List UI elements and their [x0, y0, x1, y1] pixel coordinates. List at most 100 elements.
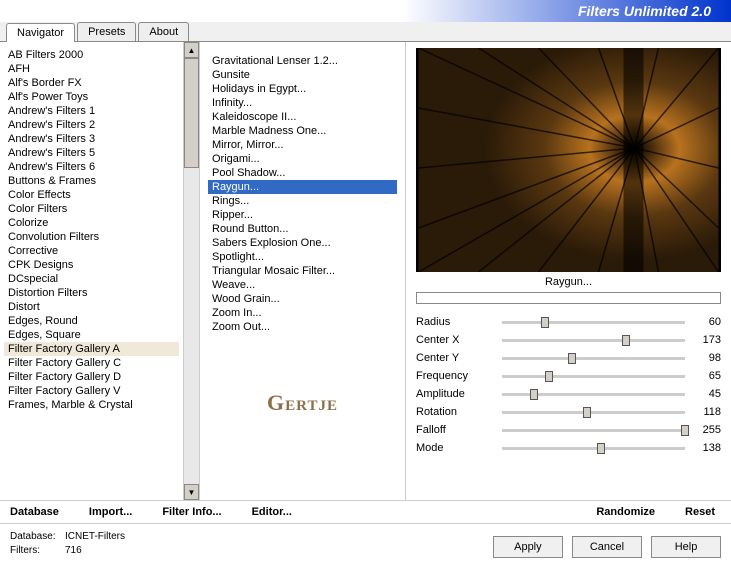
list-item[interactable]: Alf's Border FX — [4, 76, 179, 90]
list-item[interactable]: Spotlight... — [208, 250, 397, 264]
watermark: Gertje — [204, 390, 401, 416]
preview-panel: Raygun... Radius60Center X173Center Y98F… — [406, 42, 731, 500]
list-item[interactable]: Gunsite — [208, 68, 397, 82]
tab-about[interactable]: About — [138, 22, 189, 41]
filter-panel: Gravitational Lenser 1.2...GunsiteHolida… — [200, 42, 406, 500]
scroll-down-icon[interactable]: ▼ — [184, 484, 199, 500]
slider-thumb[interactable] — [545, 371, 553, 382]
list-item[interactable]: Andrew's Filters 2 — [4, 118, 179, 132]
param-label: Frequency — [416, 370, 496, 382]
reset-button[interactable]: Reset — [685, 506, 715, 518]
list-item[interactable]: Mirror, Mirror... — [208, 138, 397, 152]
scroll-thumb[interactable] — [184, 58, 199, 168]
param-slider[interactable] — [502, 447, 685, 450]
apply-button[interactable]: Apply — [493, 536, 563, 558]
list-item[interactable]: Holidays in Egypt... — [208, 82, 397, 96]
filter-list[interactable]: Gravitational Lenser 1.2...GunsiteHolida… — [204, 48, 401, 340]
main-area: AB Filters 2000AFHAlf's Border FXAlf's P… — [0, 42, 731, 500]
list-item[interactable]: Andrew's Filters 5 — [4, 146, 179, 160]
list-item[interactable]: Edges, Round — [4, 314, 179, 328]
toolbar: Database Import... Filter Info... Editor… — [0, 500, 731, 524]
tab-presets[interactable]: Presets — [77, 22, 136, 41]
scrollbar[interactable]: ▲ ▼ — [183, 42, 199, 500]
filters-value: 716 — [65, 544, 82, 558]
param-label: Rotation — [416, 406, 496, 418]
param-row: Falloff255 — [416, 422, 721, 438]
param-row: Center X173 — [416, 332, 721, 348]
list-item[interactable]: Frames, Marble & Crystal — [4, 398, 179, 412]
param-slider[interactable] — [502, 321, 685, 324]
param-value: 173 — [691, 334, 721, 346]
param-value: 138 — [691, 442, 721, 454]
progress-bar — [416, 292, 721, 304]
list-item[interactable]: Infinity... — [208, 96, 397, 110]
slider-thumb[interactable] — [541, 317, 549, 328]
list-item[interactable]: Sabers Explosion One... — [208, 236, 397, 250]
filter-info-button[interactable]: Filter Info... — [162, 506, 221, 518]
list-item[interactable]: Zoom Out... — [208, 320, 397, 334]
list-item[interactable]: Andrew's Filters 3 — [4, 132, 179, 146]
param-row: Frequency65 — [416, 368, 721, 384]
list-item[interactable]: DCspecial — [4, 272, 179, 286]
param-slider[interactable] — [502, 393, 685, 396]
list-item[interactable]: Convolution Filters — [4, 230, 179, 244]
editor-button[interactable]: Editor... — [252, 506, 292, 518]
list-item[interactable]: Distort — [4, 300, 179, 314]
list-item[interactable]: Weave... — [208, 278, 397, 292]
list-item[interactable]: Gravitational Lenser 1.2... — [208, 54, 397, 68]
slider-thumb[interactable] — [568, 353, 576, 364]
param-slider[interactable] — [502, 411, 685, 414]
list-item[interactable]: Buttons & Frames — [4, 174, 179, 188]
param-slider[interactable] — [502, 357, 685, 360]
list-item[interactable]: Alf's Power Toys — [4, 90, 179, 104]
list-item[interactable]: AB Filters 2000 — [4, 48, 179, 62]
list-item[interactable]: Filter Factory Gallery C — [4, 356, 179, 370]
param-row: Mode138 — [416, 440, 721, 456]
list-item[interactable]: Round Button... — [208, 222, 397, 236]
list-item[interactable]: Rings... — [208, 194, 397, 208]
randomize-button[interactable]: Randomize — [596, 506, 655, 518]
list-item[interactable]: Raygun... — [208, 180, 397, 194]
list-item[interactable]: Colorize — [4, 216, 179, 230]
footer-buttons: Apply Cancel Help — [487, 536, 721, 558]
list-item[interactable]: Triangular Mosaic Filter... — [208, 264, 397, 278]
param-value: 45 — [691, 388, 721, 400]
slider-thumb[interactable] — [597, 443, 605, 454]
param-label: Amplitude — [416, 388, 496, 400]
slider-thumb[interactable] — [530, 389, 538, 400]
list-item[interactable]: Corrective — [4, 244, 179, 258]
list-item[interactable]: Ripper... — [208, 208, 397, 222]
slider-thumb[interactable] — [622, 335, 630, 346]
list-item[interactable]: Edges, Square — [4, 328, 179, 342]
slider-thumb[interactable] — [681, 425, 689, 436]
list-item[interactable]: Filter Factory Gallery D — [4, 370, 179, 384]
slider-thumb[interactable] — [583, 407, 591, 418]
list-item[interactable]: Wood Grain... — [208, 292, 397, 306]
list-item[interactable]: Pool Shadow... — [208, 166, 397, 180]
param-slider[interactable] — [502, 429, 685, 432]
list-item[interactable]: Distortion Filters — [4, 286, 179, 300]
list-item[interactable]: Origami... — [208, 152, 397, 166]
list-item[interactable]: Color Filters — [4, 202, 179, 216]
preview-image — [416, 48, 721, 272]
list-item[interactable]: Filter Factory Gallery A — [4, 342, 179, 356]
param-slider[interactable] — [502, 375, 685, 378]
scroll-up-icon[interactable]: ▲ — [184, 42, 199, 58]
list-item[interactable]: Andrew's Filters 1 — [4, 104, 179, 118]
list-item[interactable]: Andrew's Filters 6 — [4, 160, 179, 174]
cancel-button[interactable]: Cancel — [572, 536, 642, 558]
param-row: Rotation118 — [416, 404, 721, 420]
param-slider[interactable] — [502, 339, 685, 342]
list-item[interactable]: CPK Designs — [4, 258, 179, 272]
list-item[interactable]: Marble Madness One... — [208, 124, 397, 138]
list-item[interactable]: Color Effects — [4, 188, 179, 202]
list-item[interactable]: Kaleidoscope II... — [208, 110, 397, 124]
list-item[interactable]: AFH — [4, 62, 179, 76]
import-button[interactable]: Import... — [89, 506, 132, 518]
filter-group-list[interactable]: AB Filters 2000AFHAlf's Border FXAlf's P… — [0, 42, 183, 500]
database-button[interactable]: Database — [10, 506, 59, 518]
tab-navigator[interactable]: Navigator — [6, 23, 75, 42]
list-item[interactable]: Filter Factory Gallery V — [4, 384, 179, 398]
list-item[interactable]: Zoom In... — [208, 306, 397, 320]
help-button[interactable]: Help — [651, 536, 721, 558]
